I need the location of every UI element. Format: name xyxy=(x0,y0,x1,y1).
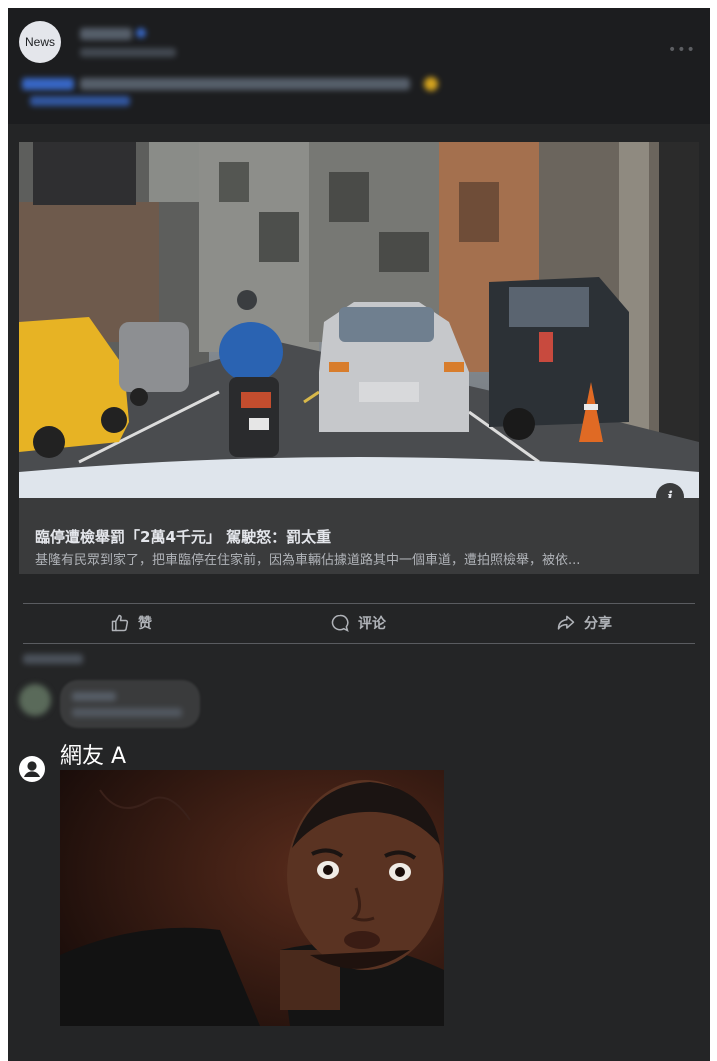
comment-button[interactable]: 评论 xyxy=(330,612,386,634)
link-title[interactable]: 臨停遭檢舉罰「2萬4千元」 駕駛怒：罰太重 xyxy=(35,526,331,547)
page-avatar[interactable]: News xyxy=(19,21,61,63)
watermark-box xyxy=(33,142,136,205)
post-link-blurred[interactable] xyxy=(30,96,130,106)
link-description: 基隆有民眾到家了，把車臨停在住家前，因為車輛佔據道路其中一個車道，遭拍照檢舉，被… xyxy=(35,553,581,568)
comment-sort-blurred[interactable] xyxy=(23,654,83,664)
verified-badge-icon xyxy=(136,28,146,38)
commenter-avatar-blurred[interactable] xyxy=(19,684,51,716)
emoji-icon xyxy=(424,77,438,91)
more-options-icon[interactable]: ••• xyxy=(668,42,696,58)
thumbs-up-icon xyxy=(111,614,129,632)
divider-bottom xyxy=(23,643,695,644)
comment-label: 评论 xyxy=(358,616,386,632)
comment-text-blurred xyxy=(72,692,116,701)
comment-meme-image[interactable] xyxy=(60,770,444,1026)
page-name-blurred[interactable] xyxy=(80,28,132,40)
post-timestamp-blurred[interactable] xyxy=(80,48,176,57)
comment-icon xyxy=(331,614,349,632)
hashtag-blurred[interactable] xyxy=(22,78,74,90)
share-icon xyxy=(557,615,575,630)
post-header xyxy=(8,8,710,124)
share-label: 分享 xyxy=(584,616,612,632)
like-label: 赞 xyxy=(138,616,152,632)
like-button[interactable]: 赞 xyxy=(110,612,152,634)
share-button[interactable]: 分享 xyxy=(556,612,612,634)
comment-text-blurred-2 xyxy=(72,708,182,717)
user-avatar-icon[interactable] xyxy=(18,755,46,783)
post-text-blurred xyxy=(80,78,410,90)
comment-bubble-blurred xyxy=(60,680,200,728)
divider-top xyxy=(23,603,695,604)
commenter-name[interactable]: 網友 A xyxy=(60,738,126,770)
avatar-label: News xyxy=(24,35,55,49)
